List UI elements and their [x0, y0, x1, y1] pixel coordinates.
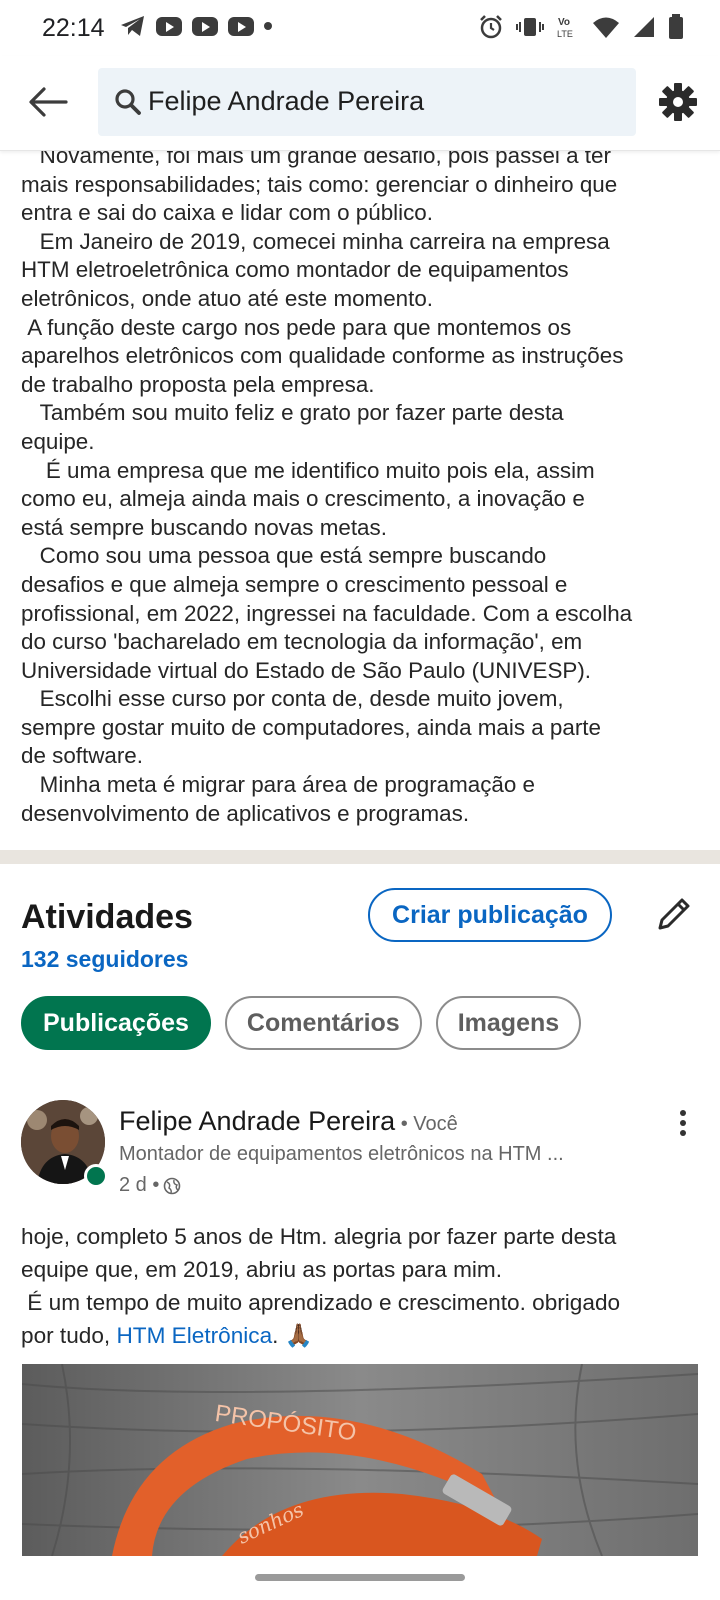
gesture-nav-handle[interactable]: [255, 1574, 465, 1581]
alarm-icon: [480, 15, 502, 39]
globe-icon: [164, 1177, 181, 1194]
post-options-button[interactable]: [670, 1108, 696, 1138]
wifi-icon: [593, 17, 619, 38]
arrow-left-icon: [29, 87, 68, 117]
search-input[interactable]: Felipe Andrade Pereira: [98, 68, 636, 136]
volte-icon: VoLTE: [557, 17, 573, 39]
settings-button[interactable]: [656, 80, 700, 124]
section-divider: [0, 850, 720, 864]
activity-filter-tabs: Publicações Comentários Imagens: [21, 996, 582, 1050]
status-bar: 22:14 Vo LTE: [0, 0, 720, 56]
youtube-icon: [192, 16, 218, 36]
followers-count-link[interactable]: 132 seguidores: [21, 946, 188, 973]
search-icon: [115, 89, 141, 115]
post-author-headline: Montador de equipamentos eletrônicos na …: [119, 1143, 564, 1165]
telegram-icon: [121, 16, 144, 36]
you-label: • Você: [395, 1113, 458, 1135]
company-mention-link[interactable]: HTM Eletrônica: [116, 1323, 272, 1348]
post-time: 2 d •: [119, 1174, 160, 1196]
battery-icon: [669, 14, 683, 39]
tab-imagens[interactable]: Imagens: [435, 996, 582, 1050]
status-time: 22:14: [42, 14, 105, 42]
more-notifications-dot-icon: [264, 22, 272, 30]
svg-text:LTE: LTE: [557, 29, 573, 39]
post-image[interactable]: PROPÓSITO sonhos: [22, 1364, 698, 1556]
notification-icons: [120, 14, 272, 38]
activities-title: Atividades: [21, 898, 193, 936]
youtube-icon: [228, 16, 254, 36]
tab-comentarios[interactable]: Comentários: [224, 996, 422, 1050]
about-description: Novamente, foi mais um grande desafio, p…: [21, 143, 633, 826]
create-post-button[interactable]: Criar publicação: [368, 888, 612, 942]
post-text-intro: hoje, completo 5 anos de Htm. alegria po…: [21, 1224, 621, 1348]
post-author[interactable]: Felipe Andrade Pereira • Você: [119, 1106, 458, 1137]
tab-publicacoes[interactable]: Publicações: [21, 996, 211, 1050]
system-icons: Vo LTE: [478, 14, 684, 40]
online-status-badge: [84, 1164, 108, 1188]
svg-text:Vo: Vo: [558, 17, 570, 28]
edit-activities-button[interactable]: [654, 894, 694, 934]
post-text-outro: . 🙏🏾: [272, 1323, 313, 1348]
top-app-bar: Felipe Andrade Pereira: [0, 56, 720, 151]
vibrate-icon: [516, 18, 544, 36]
more-vertical-icon: [680, 1110, 686, 1136]
post-meta: 2 d •: [119, 1174, 181, 1197]
signal-icon: [634, 17, 654, 37]
lanyard-photo: PROPÓSITO sonhos: [22, 1364, 698, 1556]
search-query-text: Felipe Andrade Pereira: [148, 86, 425, 116]
pencil-icon: [658, 898, 690, 930]
youtube-icon: [156, 16, 182, 36]
post-author-name[interactable]: Felipe Andrade Pereira: [119, 1106, 395, 1136]
back-button[interactable]: [26, 80, 70, 124]
gear-icon: [659, 83, 697, 121]
post-body: hoje, completo 5 anos de Htm. alegria po…: [21, 1220, 701, 1352]
